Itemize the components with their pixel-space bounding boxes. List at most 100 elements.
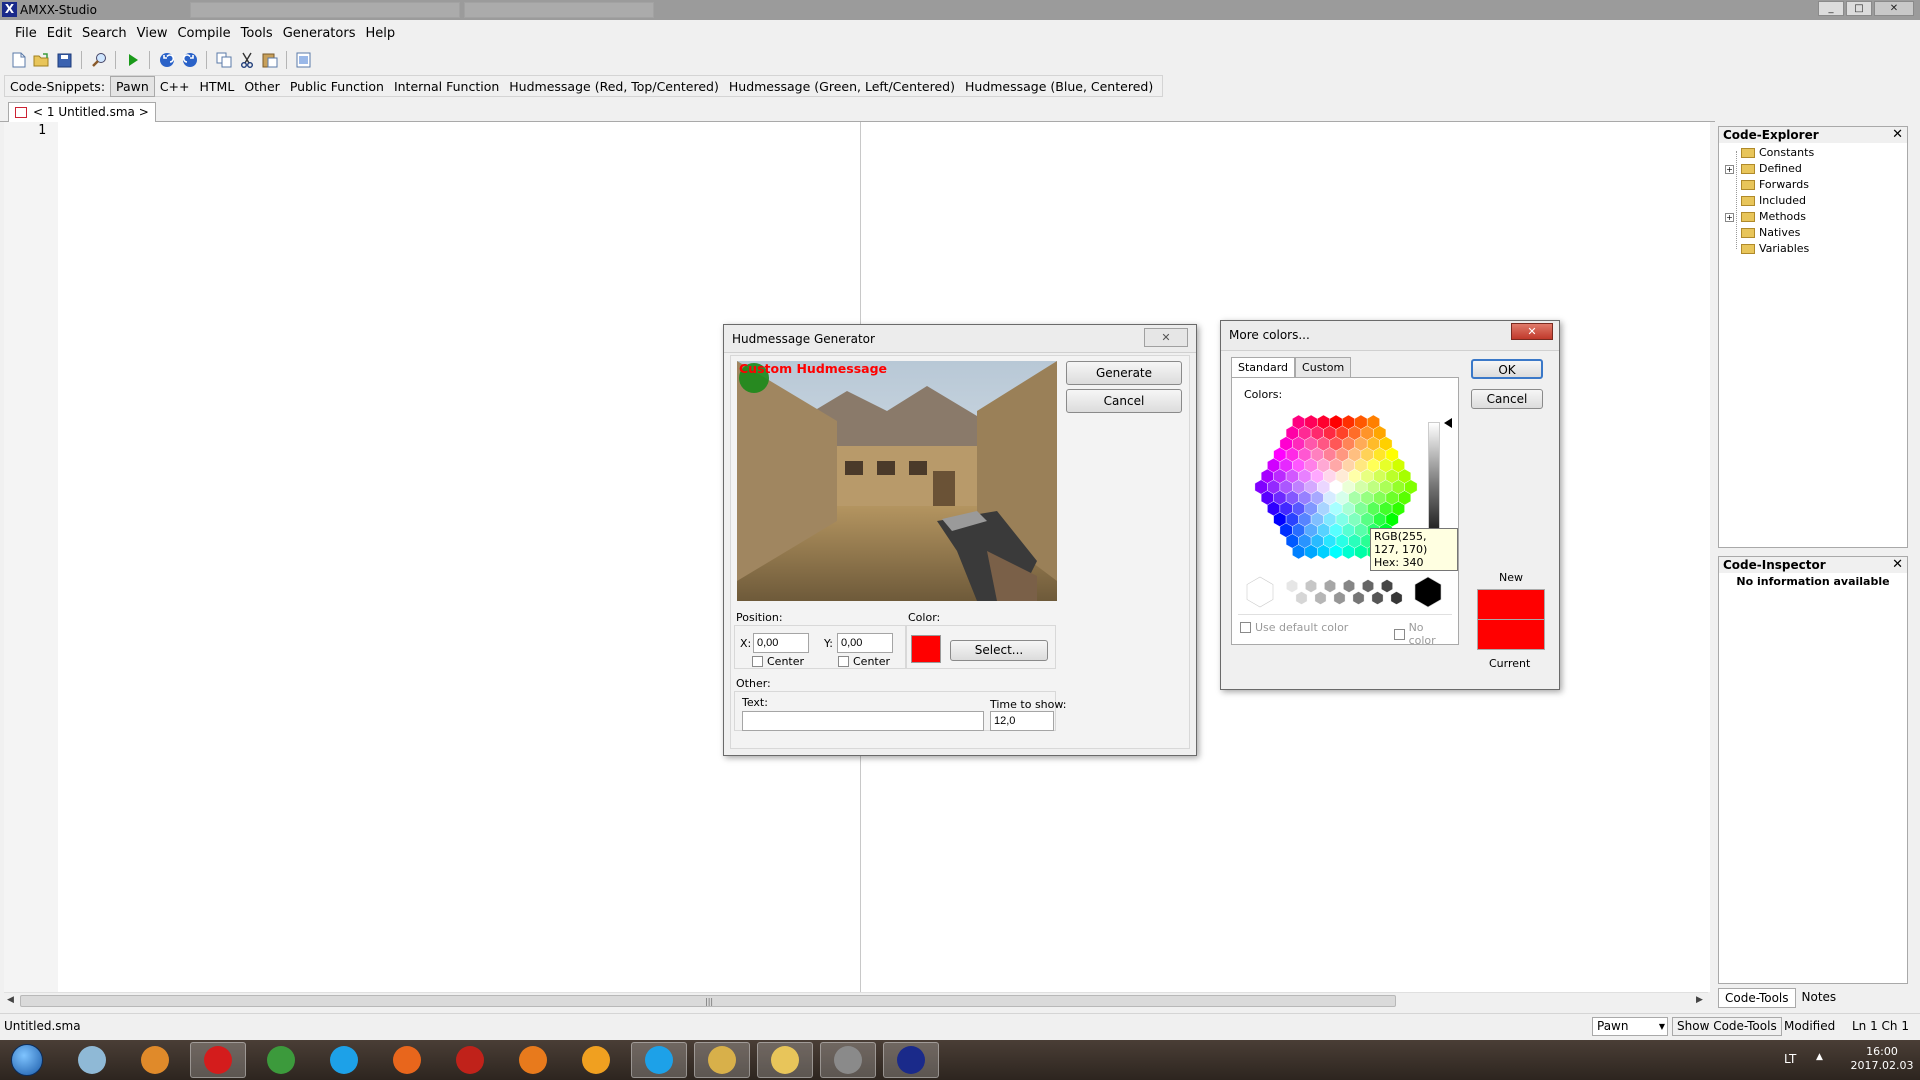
color-cell[interactable] xyxy=(1362,579,1374,593)
paste-icon[interactable] xyxy=(259,50,280,71)
color-cell[interactable] xyxy=(1381,579,1393,593)
menu-edit[interactable]: Edit xyxy=(42,24,77,44)
taskbar-button[interactable] xyxy=(631,1042,687,1078)
snippet-other[interactable]: Other xyxy=(239,77,285,96)
copy-icon[interactable] xyxy=(213,50,234,71)
tree-item[interactable]: Included xyxy=(1719,193,1907,209)
snippet-internal-function[interactable]: Internal Function xyxy=(389,77,504,96)
color-cell[interactable] xyxy=(1343,579,1355,593)
maximize-button[interactable]: □ xyxy=(1846,1,1872,16)
clock[interactable]: 16:00 2017.02.03 xyxy=(1850,1045,1914,1073)
cancel-button[interactable]: Cancel xyxy=(1066,389,1182,413)
menu-tools[interactable]: Tools xyxy=(236,24,278,44)
show-code-tools-button[interactable]: Show Code-Tools xyxy=(1672,1017,1782,1036)
expand-icon[interactable]: + xyxy=(1725,213,1734,222)
grayscale-palette[interactable] xyxy=(1242,574,1448,610)
x-input[interactable] xyxy=(753,633,809,653)
snippet-hudmessage-blue[interactable]: Hudmessage (Blue, Centered) xyxy=(960,77,1158,96)
use-default-color-checkbox[interactable]: Use default color xyxy=(1240,621,1348,634)
language-select[interactable]: Pawn ▼ xyxy=(1592,1017,1668,1036)
snippet-hudmessage-red[interactable]: Hudmessage (Red, Top/Centered) xyxy=(504,77,724,96)
time-to-show-input[interactable] xyxy=(990,711,1054,731)
new-file-icon[interactable] xyxy=(8,50,29,71)
tree-item[interactable]: Variables xyxy=(1719,241,1907,257)
color-cell[interactable] xyxy=(1246,576,1274,608)
taskbar-button[interactable] xyxy=(505,1042,561,1078)
color-cell[interactable] xyxy=(1333,591,1346,605)
menu-help[interactable]: Help xyxy=(360,24,400,44)
horizontal-scrollbar[interactable]: ◀ ||| ▶ xyxy=(4,992,1708,1009)
taskbar-button[interactable] xyxy=(64,1042,120,1078)
taskbar-button[interactable] xyxy=(379,1042,435,1078)
color-cell[interactable] xyxy=(1390,591,1403,605)
tree-item[interactable]: + Defined xyxy=(1719,161,1907,177)
snippet-hudmessage-green[interactable]: Hudmessage (Green, Left/Centered) xyxy=(724,77,960,96)
tab-untitled-sma[interactable]: < 1 Untitled.sma > xyxy=(8,102,156,122)
taskbar-button[interactable] xyxy=(127,1042,183,1078)
open-folder-icon[interactable] xyxy=(31,50,52,71)
minimize-button[interactable]: _ xyxy=(1818,1,1844,16)
snippet-cpp[interactable]: C++ xyxy=(155,77,195,96)
redo-icon[interactable] xyxy=(179,50,200,71)
color-cell[interactable] xyxy=(1314,591,1327,605)
taskbar-button[interactable] xyxy=(442,1042,498,1078)
tray-language[interactable]: LT xyxy=(1784,1052,1796,1066)
taskbar-button[interactable] xyxy=(757,1042,813,1078)
center-x-checkbox[interactable]: Center xyxy=(752,655,804,668)
color-cell[interactable] xyxy=(1305,579,1317,593)
scrollbar-thumb[interactable]: ||| xyxy=(20,995,1396,1007)
close-button[interactable]: ✕ xyxy=(1874,1,1914,16)
menu-compile[interactable]: Compile xyxy=(172,24,235,44)
taskbar-button[interactable] xyxy=(568,1042,624,1078)
taskbar-button[interactable] xyxy=(316,1042,372,1078)
snippet-public-function[interactable]: Public Function xyxy=(285,77,389,96)
tab-code-tools[interactable]: Code-Tools xyxy=(1718,988,1796,1008)
luminance-arrow-icon[interactable] xyxy=(1444,418,1452,428)
scroll-right-icon[interactable]: ▶ xyxy=(1696,995,1703,1005)
run-icon[interactable] xyxy=(122,50,143,71)
menu-view[interactable]: View xyxy=(132,24,173,44)
menu-file[interactable]: File xyxy=(10,24,42,44)
generate-button[interactable]: Generate xyxy=(1066,361,1182,385)
tab-standard[interactable]: Standard xyxy=(1231,357,1296,378)
color-cell[interactable] xyxy=(1352,591,1365,605)
taskbar-button[interactable] xyxy=(820,1042,876,1078)
tree-item[interactable]: Constants xyxy=(1719,145,1907,161)
center-y-checkbox[interactable]: Center xyxy=(838,655,890,668)
y-input[interactable] xyxy=(837,633,893,653)
cut-icon[interactable] xyxy=(236,50,257,71)
select-color-button[interactable]: Select... xyxy=(950,640,1048,661)
ok-button[interactable]: OK xyxy=(1471,359,1543,379)
menu-search[interactable]: Search xyxy=(77,24,132,44)
scroll-left-icon[interactable]: ◀ xyxy=(7,995,14,1005)
undo-icon[interactable] xyxy=(156,50,177,71)
expand-icon[interactable]: + xyxy=(1725,165,1734,174)
cancel-button[interactable]: Cancel xyxy=(1471,389,1543,409)
close-button[interactable]: ✕ xyxy=(1144,328,1188,347)
snippet-pawn[interactable]: Pawn xyxy=(110,75,155,97)
color-cell[interactable] xyxy=(1414,576,1442,608)
tree-item[interactable]: Natives xyxy=(1719,225,1907,241)
color-cell[interactable] xyxy=(1295,591,1308,605)
hud-text-input[interactable] xyxy=(742,711,984,731)
menu-generators[interactable]: Generators xyxy=(278,24,361,44)
close-button[interactable]: ✕ xyxy=(1511,323,1553,340)
taskbar-button[interactable] xyxy=(190,1042,246,1078)
close-icon[interactable]: ✕ xyxy=(1892,557,1903,572)
snippet-html[interactable]: HTML xyxy=(195,77,240,96)
taskbar-button[interactable] xyxy=(694,1042,750,1078)
tray-arrow-icon[interactable]: ▲ xyxy=(1816,1052,1823,1062)
taskbar-button[interactable] xyxy=(883,1042,939,1078)
color-cell[interactable] xyxy=(1324,579,1336,593)
save-icon[interactable] xyxy=(54,50,75,71)
tree-item[interactable]: + Methods xyxy=(1719,209,1907,225)
color-cell[interactable] xyxy=(1371,591,1384,605)
taskbar-button[interactable] xyxy=(253,1042,309,1078)
tab-notes[interactable]: Notes xyxy=(1796,988,1843,1008)
start-button[interactable] xyxy=(4,1042,50,1078)
close-icon[interactable]: ✕ xyxy=(1892,127,1903,142)
search-icon[interactable] xyxy=(88,50,109,71)
tab-custom[interactable]: Custom xyxy=(1295,357,1352,378)
color-cell[interactable] xyxy=(1286,579,1298,593)
tree-item[interactable]: Forwards xyxy=(1719,177,1907,193)
